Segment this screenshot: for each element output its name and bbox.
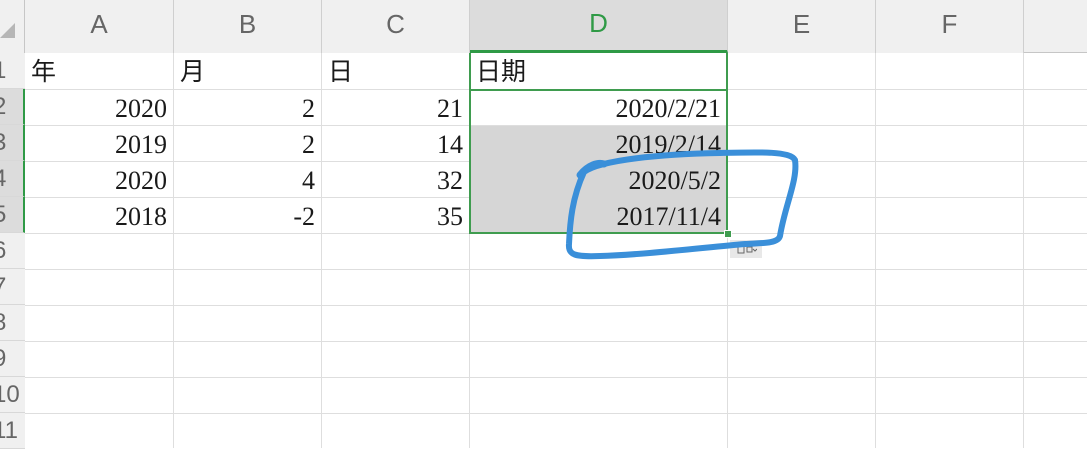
grid-line xyxy=(25,341,1087,342)
cell-d3[interactable]: 2019/2/14 xyxy=(470,126,727,162)
cell-b3[interactable]: 2 xyxy=(174,126,321,162)
cell-c3[interactable]: 14 xyxy=(322,126,469,162)
cell-d4[interactable]: 2020/5/2 xyxy=(470,162,727,198)
row-number: 8 xyxy=(0,305,6,340)
cell-b4[interactable]: 4 xyxy=(174,162,321,198)
column-header-d[interactable]: D xyxy=(470,0,728,53)
select-all-corner[interactable] xyxy=(0,0,25,53)
row-number: 11 xyxy=(0,417,18,444)
cell-a1[interactable]: 年 xyxy=(25,53,173,89)
row-header-2[interactable]: 2 xyxy=(0,89,25,125)
cell-d5[interactable]: 2017/11/4 xyxy=(470,198,727,234)
paste-options-icon xyxy=(737,243,757,254)
grid-line xyxy=(25,269,1087,270)
cell-a3[interactable]: 2019 xyxy=(25,126,173,162)
column-header-a[interactable]: A xyxy=(25,0,174,53)
grid-line xyxy=(25,305,1087,306)
row-header-6[interactable]: 6 xyxy=(0,233,25,269)
row-header-4[interactable]: 4 xyxy=(0,161,25,197)
row-number: 3 xyxy=(0,125,6,160)
cell-b5[interactable]: -2 xyxy=(174,198,321,234)
column-header-f[interactable]: F xyxy=(876,0,1024,53)
column-header-c[interactable]: C xyxy=(322,0,470,53)
row-header-3[interactable]: 3 xyxy=(0,125,25,161)
row-number: 9 xyxy=(0,341,6,376)
row-number: 4 xyxy=(0,161,6,196)
grid-line xyxy=(25,413,1087,414)
cell-c4[interactable]: 32 xyxy=(322,162,469,198)
row-header-10[interactable]: 10 xyxy=(0,377,25,413)
cell-d2[interactable]: 2020/2/21 xyxy=(470,90,727,126)
row-header-8[interactable]: 8 xyxy=(0,305,25,341)
cell-a2[interactable]: 2020 xyxy=(25,90,173,126)
cell-a5[interactable]: 2018 xyxy=(25,198,173,234)
spreadsheet-grid[interactable]: A B C D E F 1 2 3 4 5 6 7 8 9 10 11 年 月 … xyxy=(0,0,1087,449)
row-number: 6 xyxy=(0,233,6,268)
row-number: 1 xyxy=(0,53,6,88)
cell-a4[interactable]: 2020 xyxy=(25,162,173,198)
row-number: 2 xyxy=(0,89,6,124)
select-all-triangle-icon xyxy=(0,23,15,38)
grid-line xyxy=(727,53,728,448)
cell-b2[interactable]: 2 xyxy=(174,90,321,126)
row-number: 10 xyxy=(0,381,20,408)
row-header-7[interactable]: 7 xyxy=(0,269,25,305)
active-column-outline xyxy=(469,53,728,89)
grid-line xyxy=(875,53,876,448)
row-header-5[interactable]: 5 xyxy=(0,197,25,233)
grid-line xyxy=(1023,53,1024,448)
cell-b1[interactable]: 月 xyxy=(174,53,321,89)
cell-c5[interactable]: 35 xyxy=(322,198,469,234)
row-header-1[interactable]: 1 xyxy=(0,53,25,89)
row-header-11[interactable]: 11 xyxy=(0,413,25,449)
cell-c2[interactable]: 21 xyxy=(322,90,469,126)
row-number: 5 xyxy=(0,197,6,232)
row-number: 7 xyxy=(0,269,6,304)
cell-c1[interactable]: 日 xyxy=(322,53,469,89)
grid-line xyxy=(25,377,1087,378)
fill-handle[interactable] xyxy=(724,230,732,238)
paste-options-button[interactable] xyxy=(730,240,762,258)
row-header-9[interactable]: 9 xyxy=(0,341,25,377)
column-header-e[interactable]: E xyxy=(728,0,876,53)
column-header-b[interactable]: B xyxy=(174,0,322,53)
